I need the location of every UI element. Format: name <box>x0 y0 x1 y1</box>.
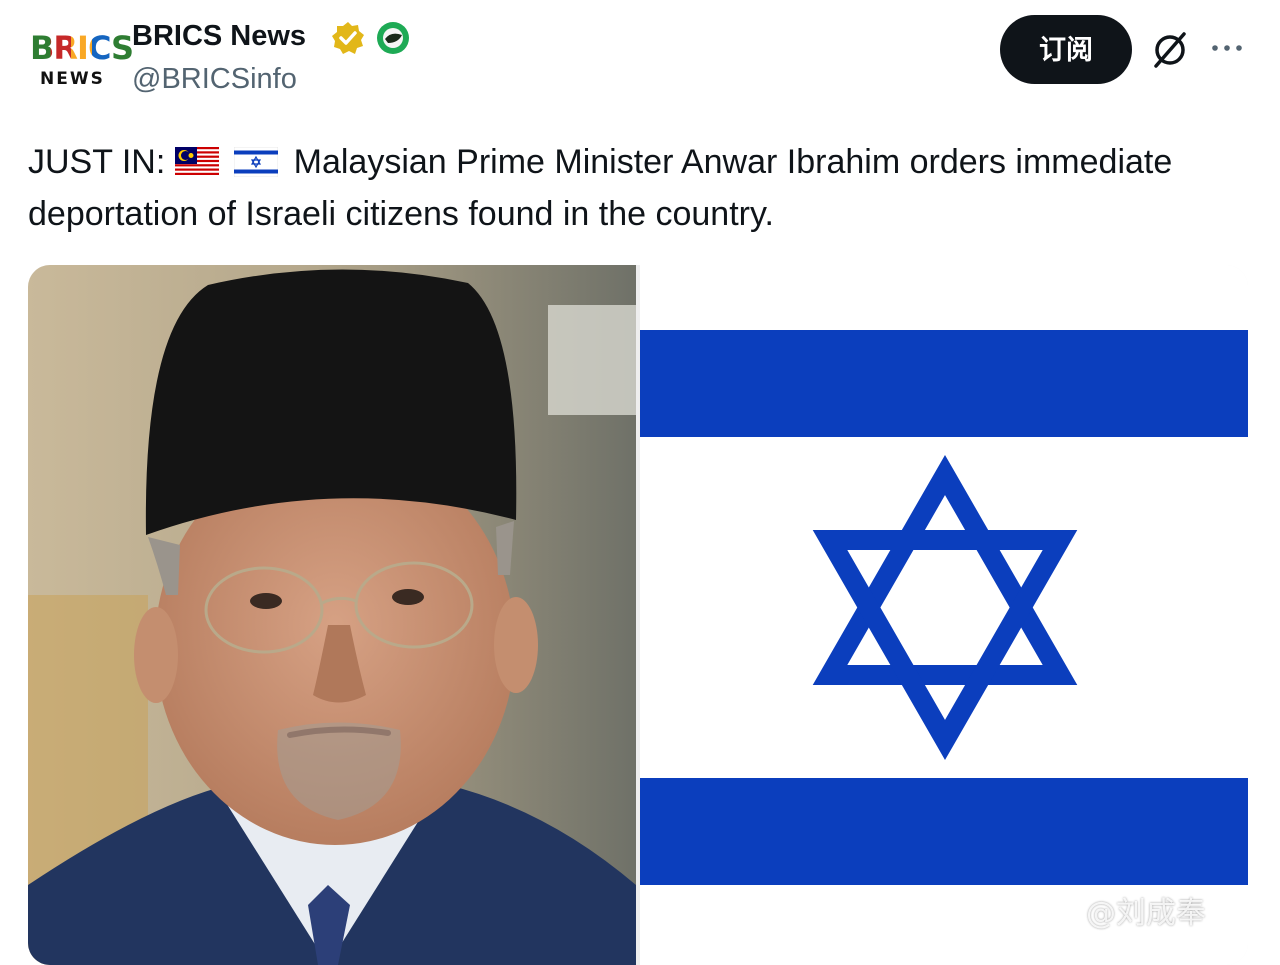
malaysia-flag-icon <box>174 147 219 177</box>
avatar-logo-text: BRICS <box>30 29 134 67</box>
watermark: @刘成奉 <box>1086 896 1206 931</box>
media-photo-man[interactable] <box>28 265 636 965</box>
author-handle[interactable]: @BRICSinfo <box>132 61 297 97</box>
subscribe-button[interactable]: 订阅 <box>1000 15 1132 84</box>
israel-flag-icon <box>234 147 279 177</box>
verified-badge-icon <box>332 22 364 54</box>
affiliate-badge-icon <box>377 22 409 54</box>
grok-icon[interactable] <box>1150 30 1190 70</box>
tweet-prefix: JUST IN: <box>28 143 166 181</box>
avatar[interactable]: BRICS NEWS <box>28 30 134 92</box>
tweet-text: JUST IN: Malaysian Prime Minister Anwar … <box>28 136 1248 240</box>
tweet-media[interactable] <box>28 265 1248 965</box>
avatar-logo-subtext: NEWS <box>40 69 105 89</box>
author-name[interactable]: BRICS News <box>132 18 306 54</box>
media-photo-israel-flag[interactable] <box>640 265 1248 965</box>
more-options-icon[interactable] <box>1210 40 1244 56</box>
